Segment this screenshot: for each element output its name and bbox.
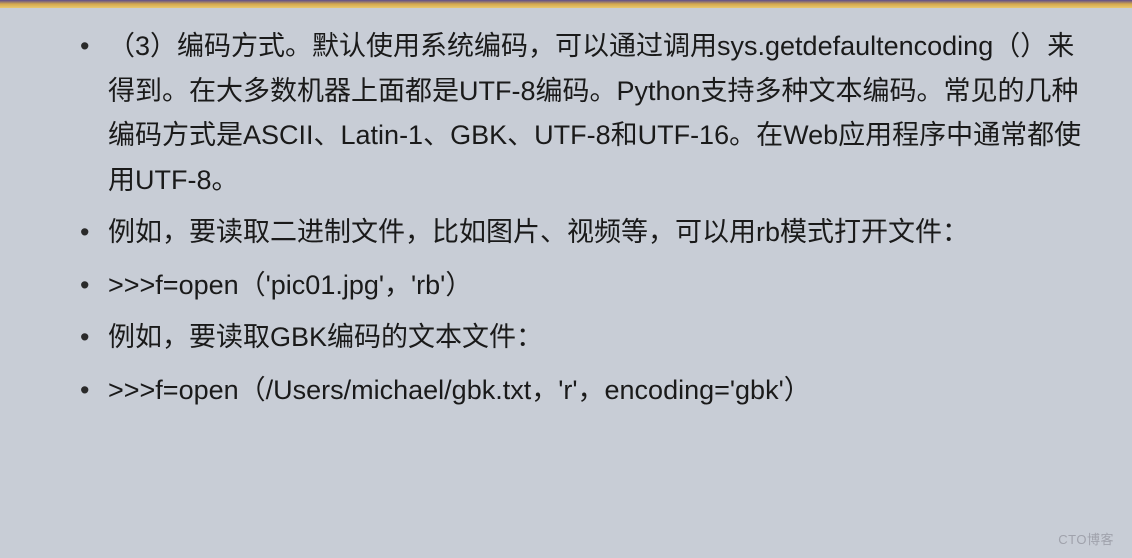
list-item: 例如，要读取GBK编码的文本文件： bbox=[80, 315, 1082, 360]
list-item: （3）编码方式。默认使用系统编码，可以通过调用sys.getdefaultenc… bbox=[80, 24, 1082, 202]
list-item: 例如，要读取二进制文件，比如图片、视频等，可以用rb模式打开文件： bbox=[80, 210, 1082, 255]
top-accent-border bbox=[0, 0, 1132, 8]
list-item: >>>f=open（'pic01.jpg'，'rb'） bbox=[80, 263, 1082, 308]
bullet-list: （3）编码方式。默认使用系统编码，可以通过调用sys.getdefaultenc… bbox=[80, 24, 1082, 412]
watermark-text: CTO博客 bbox=[1058, 529, 1114, 548]
slide-content: （3）编码方式。默认使用系统编码，可以通过调用sys.getdefaultenc… bbox=[0, 0, 1132, 440]
list-item: >>>f=open（/Users/michael/gbk.txt，'r'，enc… bbox=[80, 368, 1082, 413]
